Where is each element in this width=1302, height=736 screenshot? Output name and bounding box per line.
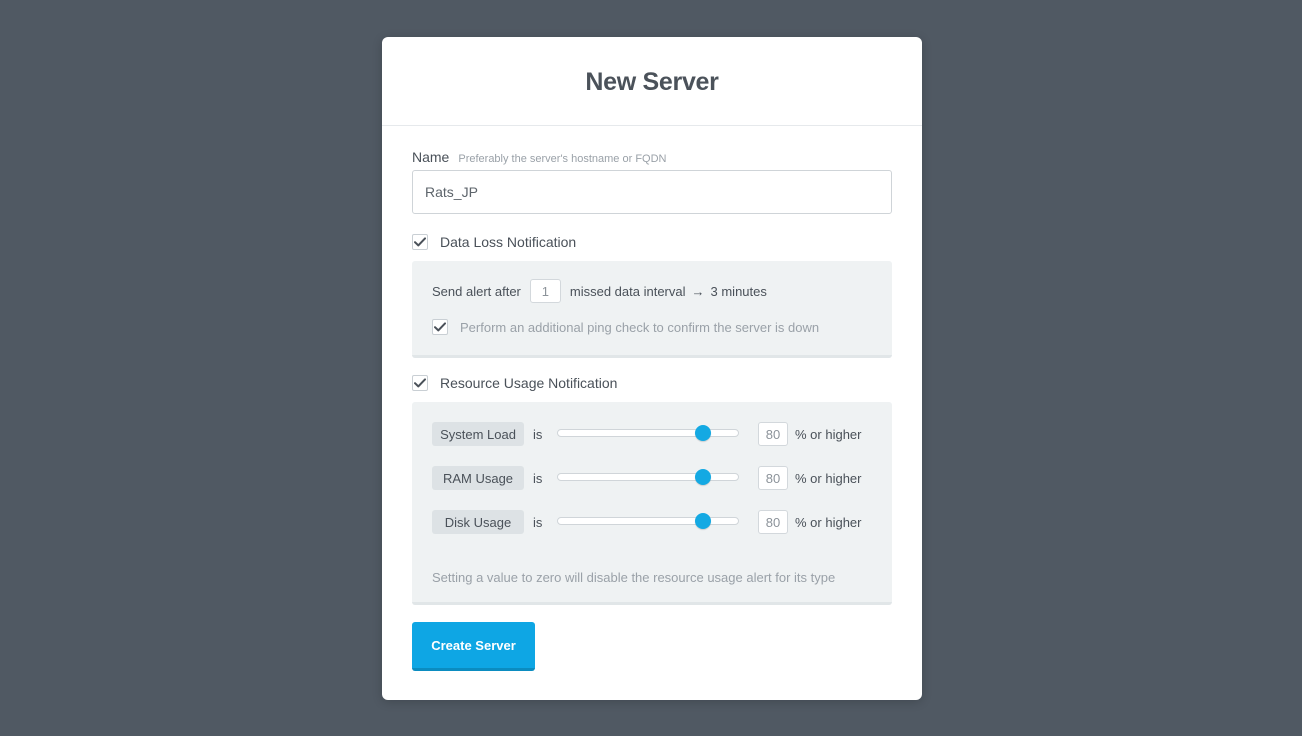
disk-usage-slider[interactable]: [557, 510, 739, 534]
server-form: Name Preferably the server's hostname or…: [412, 149, 892, 671]
system-load-label: System Load: [432, 422, 524, 446]
slider-thumb[interactable]: [694, 425, 711, 441]
send-alert-prefix: Send alert after: [432, 283, 521, 299]
check-icon: [434, 322, 446, 332]
resource-row-ram-usage: RAM Usage is 80 % or higher: [432, 466, 872, 490]
ram-usage-label: RAM Usage: [432, 466, 524, 490]
resource-usage-label: Resource Usage Notification: [440, 375, 618, 391]
resource-row-system-load: System Load is 80 % or higher: [432, 422, 872, 446]
name-input[interactable]: [412, 170, 892, 214]
resource-usage-panel: System Load is 80 % or higher RAM Usage …: [412, 402, 892, 605]
disk-usage-value[interactable]: 80: [758, 510, 788, 534]
slider-track: [557, 517, 739, 525]
resource-usage-checkbox[interactable]: [412, 375, 428, 391]
check-icon: [414, 378, 426, 388]
data-loss-checkbox[interactable]: [412, 234, 428, 250]
data-loss-row: Data Loss Notification: [412, 232, 892, 252]
ram-usage-value[interactable]: 80: [758, 466, 788, 490]
data-loss-label: Data Loss Notification: [440, 234, 577, 250]
new-server-card: New Server Name Preferably the server's …: [382, 37, 922, 700]
connector-text: is: [533, 426, 543, 442]
connector-text: is: [533, 514, 543, 530]
system-load-value[interactable]: 80: [758, 422, 788, 446]
slider-thumb[interactable]: [694, 513, 711, 529]
resource-usage-note: Setting a value to zero will disable the…: [432, 570, 836, 585]
ping-check-checkbox[interactable]: [432, 319, 448, 335]
slider-track: [557, 429, 739, 437]
slider-thumb[interactable]: [694, 469, 711, 485]
check-icon: [414, 237, 426, 247]
send-alert-row: Send alert after 1 missed data interval …: [432, 279, 872, 303]
page-title: New Server: [585, 67, 719, 96]
interval-text: missed data interval: [569, 283, 686, 299]
name-label: Name: [412, 149, 450, 165]
disk-usage-label: Disk Usage: [432, 510, 524, 534]
resource-usage-row: Resource Usage Notification: [412, 373, 892, 393]
system-load-slider[interactable]: [557, 422, 739, 446]
data-loss-panel: Send alert after 1 missed data interval …: [412, 261, 892, 358]
threshold-suffix: % or higher: [795, 470, 862, 486]
create-server-button[interactable]: Create Server: [412, 622, 535, 671]
connector-text: is: [533, 470, 543, 486]
card-header: New Server: [382, 37, 922, 126]
name-label-row: Name Preferably the server's hostname or…: [412, 149, 892, 167]
ping-check-label: Perform an additional ping check to conf…: [460, 319, 820, 335]
ping-check-row: Perform an additional ping check to conf…: [432, 317, 872, 337]
threshold-suffix: % or higher: [795, 426, 862, 442]
resource-row-disk-usage: Disk Usage is 80 % or higher: [432, 510, 872, 534]
arrow-icon: →: [691, 283, 705, 299]
slider-track: [557, 473, 739, 481]
ram-usage-slider[interactable]: [557, 466, 739, 490]
interval-duration: 3 minutes: [710, 283, 767, 299]
missed-intervals-input[interactable]: 1: [529, 279, 561, 303]
actions-row: Create Server: [412, 622, 892, 671]
threshold-suffix: % or higher: [795, 514, 862, 530]
name-hint: Preferably the server's hostname or FQDN: [458, 153, 667, 165]
